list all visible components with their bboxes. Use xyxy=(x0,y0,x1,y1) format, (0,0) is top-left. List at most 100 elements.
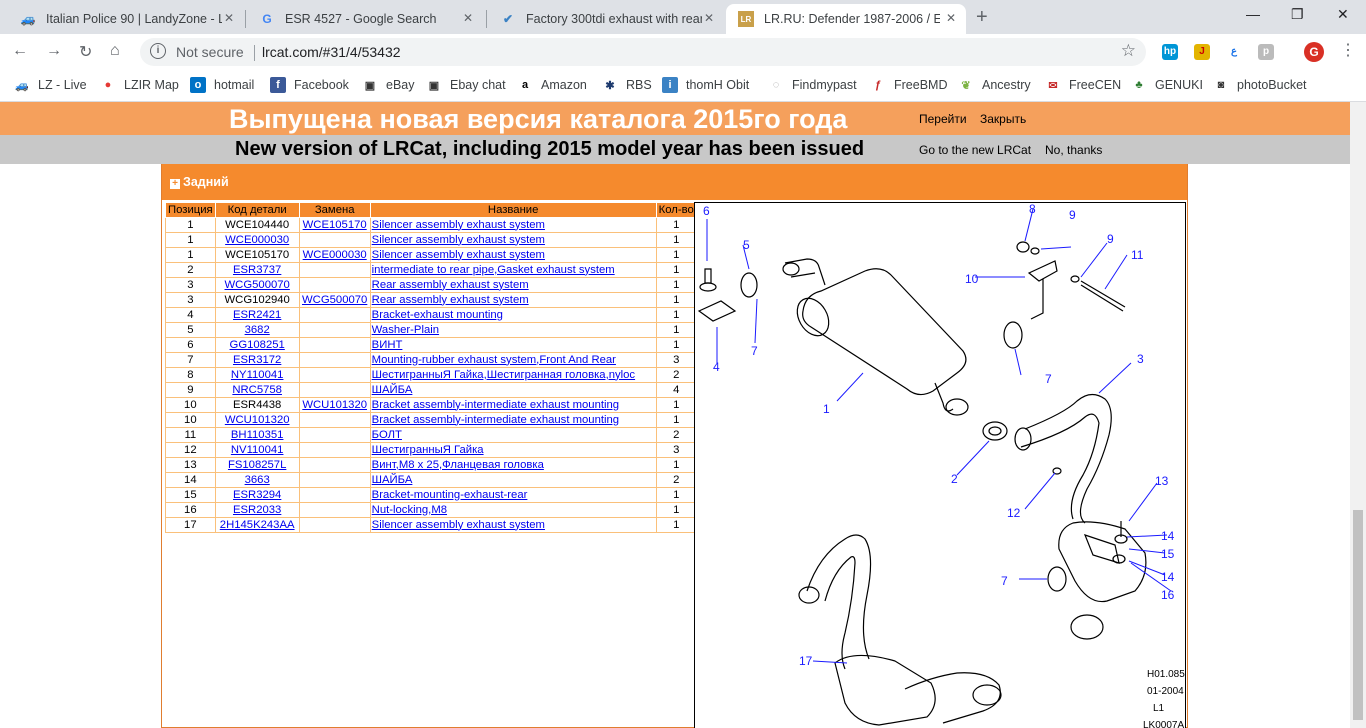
cell-code-link[interactable]: NV110041 xyxy=(231,444,284,456)
tab-factory-exhaust[interactable]: ✔ Factory 300tdi exhaust with rear ✕ xyxy=(488,4,724,34)
exploded-diagram[interactable]: 1 2 3 4 5 6 7 7 7 8 9 9 10 11 12 13 14 14 15 16 17 H01.085 01… xyxy=(694,202,1186,728)
cell-name-link[interactable]: Silencer assembly exhaust system xyxy=(372,249,545,261)
cell-replacement-link[interactable]: WCU101320 xyxy=(302,399,367,411)
callout-label-7[interactable]: 7 xyxy=(1045,372,1052,386)
url-text[interactable]: lrcat.com/#31/4/53432 xyxy=(262,44,401,60)
callout-label-17[interactable]: 17 xyxy=(799,654,813,668)
close-tab-icon[interactable]: ✕ xyxy=(704,11,714,25)
maximize-icon[interactable]: ❐ xyxy=(1291,6,1304,23)
bookmark-thomh-obit[interactable]: i thomH Obit xyxy=(662,77,749,93)
bookmark-lz-live[interactable]: 🚙 LZ - Live xyxy=(14,77,87,93)
cell-code-link[interactable]: 3663 xyxy=(245,474,270,486)
callout-label-6[interactable]: 6 xyxy=(703,204,710,218)
cell-code[interactable]: 2H145K243AA xyxy=(214,517,300,533)
callout-label-8[interactable]: 8 xyxy=(1029,203,1036,216)
cell-replacement[interactable]: WCE105170 xyxy=(298,217,371,233)
cell-name[interactable]: Silencer assembly exhaust system xyxy=(369,247,657,263)
cell-code[interactable]: NRC5758 xyxy=(214,382,300,398)
cell-name-link[interactable]: Mounting-rubber exhaust system,Front And… xyxy=(372,354,616,366)
cell-name-link[interactable]: intermediate to rear pipe,Gasket exhaust… xyxy=(372,264,615,276)
cell-name-link[interactable]: ВИНТ xyxy=(372,339,403,351)
cell-code-link[interactable]: ESR2421 xyxy=(233,309,281,321)
cell-name[interactable]: БОЛТ xyxy=(369,427,657,443)
collapse-icon[interactable]: + xyxy=(170,179,180,189)
bookmark-facebook[interactable]: f Facebook xyxy=(270,77,349,93)
cell-replacement-link[interactable]: WCG500070 xyxy=(302,294,367,306)
cell-name[interactable]: Washer-Plain xyxy=(369,322,657,338)
cell-name-link[interactable]: Bracket assembly-intermediate exhaust mo… xyxy=(372,414,619,426)
callout-label-14[interactable]: 14 xyxy=(1161,570,1175,584)
cell-name[interactable]: Mounting-rubber exhaust system,Front And… xyxy=(369,352,657,368)
j-extension-icon[interactable]: J xyxy=(1194,44,1210,60)
new-tab-icon[interactable]: + xyxy=(976,6,988,29)
cell-name[interactable]: Nut-locking,M8 xyxy=(369,502,657,518)
cell-name[interactable]: ВИНТ xyxy=(369,337,657,353)
bookmark-freebmd[interactable]: ƒ FreeBMD xyxy=(870,77,948,93)
bookmark-amazon[interactable]: a Amazon xyxy=(517,77,587,93)
cell-replacement[interactable]: WCU101320 xyxy=(298,397,371,413)
cell-name[interactable]: Винт,M8 x 25,Фланцевая головка xyxy=(369,457,657,473)
bookmark-ancestry[interactable]: ❦ Ancestry xyxy=(958,77,1030,93)
cell-code[interactable]: BH110351 xyxy=(214,427,300,443)
tab-lrcat[interactable]: LR LR.RU: Defender 1987-2006 / Exh ✕ xyxy=(726,4,966,34)
cell-code[interactable]: ESR3737 xyxy=(214,262,300,278)
callout-label-5[interactable]: 5 xyxy=(743,238,750,252)
reload-icon[interactable]: ↻ xyxy=(79,42,92,62)
cell-code-link[interactable]: BH110351 xyxy=(231,429,284,441)
cell-code[interactable]: WCU101320 xyxy=(214,412,300,428)
cell-name-link[interactable]: Washer-Plain xyxy=(372,324,439,336)
cell-name-link[interactable]: Nut-locking,M8 xyxy=(372,504,447,516)
cell-code-link[interactable]: ESR2033 xyxy=(233,504,281,516)
cell-replacement[interactable]: WCE000030 xyxy=(298,247,371,263)
cell-code[interactable]: 3663 xyxy=(214,472,300,488)
callout-label-13[interactable]: 13 xyxy=(1155,474,1169,488)
home-icon[interactable]: ⌂ xyxy=(110,42,120,60)
cell-code[interactable]: FS108257L xyxy=(214,457,300,473)
close-tab-icon[interactable]: ✕ xyxy=(946,11,956,25)
bookmark-freecen[interactable]: ✉ FreeCEN xyxy=(1045,77,1121,93)
banner-en-no-link[interactable]: No, thanks xyxy=(1045,143,1102,157)
cell-name[interactable]: Silencer assembly exhaust system xyxy=(369,217,657,233)
phone-extension-icon[interactable]: ع xyxy=(1226,44,1242,60)
bookmark-ebay[interactable]: ▣ eBay xyxy=(362,77,415,93)
cell-code-link[interactable]: GG108251 xyxy=(230,339,285,351)
back-icon[interactable]: ← xyxy=(12,42,28,60)
cell-code[interactable]: NV110041 xyxy=(214,442,300,458)
close-window-icon[interactable]: ✕ xyxy=(1337,6,1349,23)
cell-code-link[interactable]: WCU101320 xyxy=(225,414,290,426)
bookmark-rbs[interactable]: ✱ RBS xyxy=(602,77,651,93)
info-icon[interactable]: i xyxy=(150,43,166,59)
cell-name-link[interactable]: Bracket assembly-intermediate exhaust mo… xyxy=(372,399,619,411)
bookmark-findmypast[interactable]: ◌ Findmypast xyxy=(768,77,857,93)
bookmark-photobucket[interactable]: ◙ photoBucket xyxy=(1213,77,1307,93)
cell-code-link[interactable]: WCG500070 xyxy=(225,279,290,291)
cell-code-link[interactable]: FS108257L xyxy=(228,459,286,471)
cell-code-link[interactable]: ESR3172 xyxy=(233,354,281,366)
cell-code-link[interactable]: 2H145K243AA xyxy=(220,519,295,531)
cell-code-link[interactable]: NRC5758 xyxy=(232,384,282,396)
cell-code[interactable]: WCE000030 xyxy=(214,232,300,248)
p-extension-icon[interactable]: p xyxy=(1258,44,1274,60)
tab-google-search[interactable]: G ESR 4527 - Google Search ✕ xyxy=(247,4,483,34)
cell-code-link[interactable]: 3682 xyxy=(245,324,270,336)
callout-label-11[interactable]: 11 xyxy=(1131,248,1144,262)
callout-label-15[interactable]: 15 xyxy=(1161,547,1175,561)
callout-label-7[interactable]: 7 xyxy=(1001,574,1008,588)
address-bar[interactable]: i Not secure lrcat.com/#31/4/53432 ☆ xyxy=(140,38,1146,66)
cell-name[interactable]: Rear assembly exhaust system xyxy=(369,277,657,293)
cell-name[interactable]: ШестигранныЯ Гайка,Шестигранная головка,… xyxy=(369,367,657,383)
menu-icon[interactable]: ⋮ xyxy=(1340,40,1356,60)
cell-code-link[interactable]: NY110041 xyxy=(231,369,284,381)
banner-ru-close-link[interactable]: Закрыть xyxy=(980,112,1026,126)
cell-name[interactable]: intermediate to rear pipe,Gasket exhaust… xyxy=(369,262,657,278)
cell-replacement-link[interactable]: WCE105170 xyxy=(303,219,367,231)
callout-label-9[interactable]: 9 xyxy=(1069,208,1076,222)
cell-name[interactable]: Bracket-exhaust mounting xyxy=(369,307,657,323)
cell-code-link[interactable]: ESR3294 xyxy=(233,489,281,501)
callout-label-10[interactable]: 10 xyxy=(965,272,979,286)
tab-landyzone[interactable]: 🚙 Italian Police 90 | LandyZone - La ✕ xyxy=(8,4,244,34)
cell-code[interactable]: WCG500070 xyxy=(214,277,300,293)
profile-avatar[interactable]: G xyxy=(1304,42,1324,62)
cell-name[interactable]: Bracket assembly-intermediate exhaust mo… xyxy=(369,397,657,413)
minimize-icon[interactable]: — xyxy=(1246,6,1260,22)
